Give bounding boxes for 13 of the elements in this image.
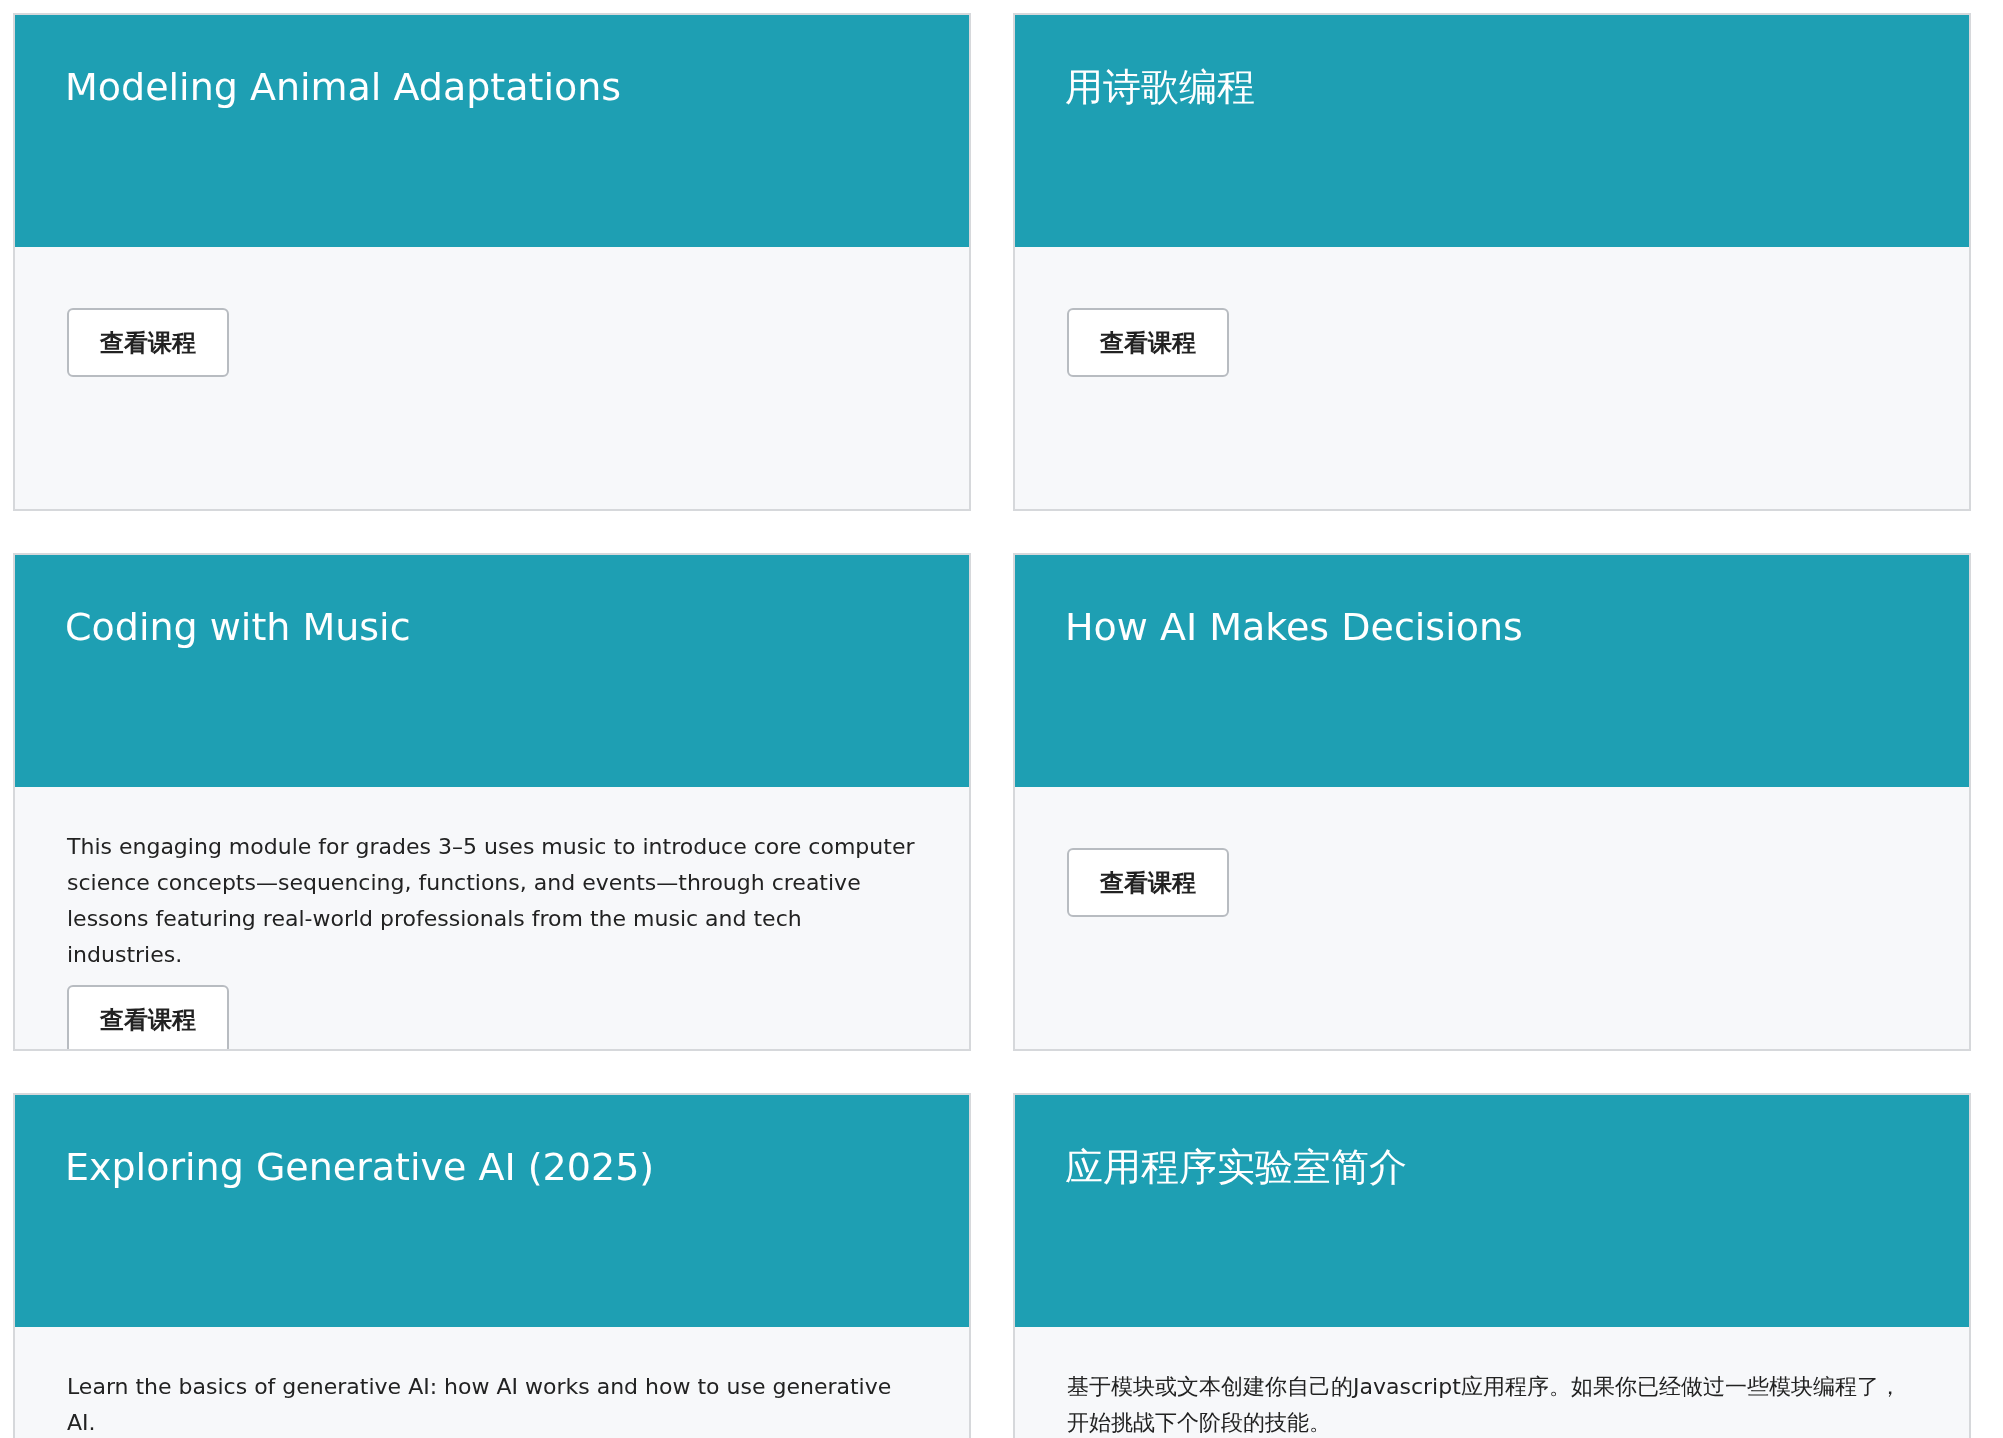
course-description: 基于模块或文本创建你自己的Javascript应用程序。如果你已经做过一些模块编程了，开始挑战下个阶段的技能。 [1067, 1373, 1902, 1437]
course-description: Learn the basics of generative AI: how AI works and how to use generative AI. [67, 1373, 893, 1437]
course-description: This engaging module for grades 3–5 uses music to introduce core computer science concepts—sequencing, functions, and events—through creative lessons featuring real-world professionals from the music and tech industries. [67, 833, 916, 969]
view-course-button[interactable]: 查看课程 [67, 308, 229, 377]
view-course-button[interactable]: 查看课程 [67, 985, 229, 1049]
view-course-button[interactable]: 查看课程 [1067, 308, 1229, 377]
course-title: Coding with Music [65, 605, 412, 651]
course-title: Modeling Animal Adaptations [65, 65, 623, 111]
view-course-button[interactable]: 查看课程 [1067, 848, 1229, 917]
course-title: How AI Makes Decisions [1065, 605, 1524, 651]
course-title: Exploring Generative AI (2025) [65, 1145, 656, 1191]
course-title: 用诗歌编程 [1065, 65, 1256, 111]
course-title: 应用程序实验室简介 [1065, 1145, 1408, 1191]
